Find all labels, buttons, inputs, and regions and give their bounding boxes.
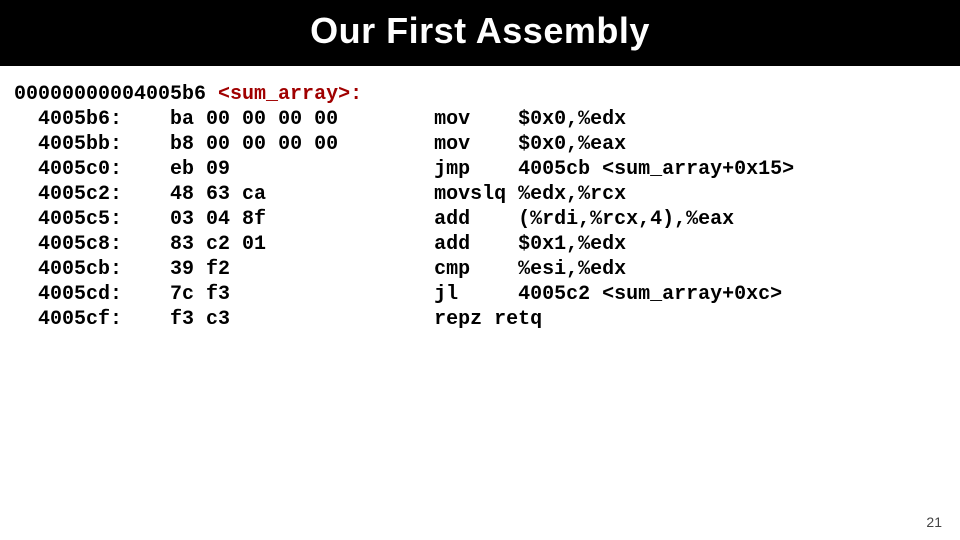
row-bytes: 48 63 ca xyxy=(170,183,266,206)
row-bytes: 7c f3 xyxy=(170,283,230,306)
row-addr: 4005c8: xyxy=(38,233,122,256)
row-addr: 4005b6: xyxy=(38,108,122,131)
title-bar: Our First Assembly xyxy=(0,0,960,66)
row-bytes: b8 00 00 00 00 xyxy=(170,133,338,156)
row-bytes: 03 04 8f xyxy=(170,208,266,231)
row-mnemonic: movslq xyxy=(434,183,506,206)
row-operands: 4005c2 <sum_array+0xc> xyxy=(518,283,782,306)
row-mnemonic: jmp xyxy=(434,158,470,181)
row-operands: %edx,%rcx xyxy=(518,183,626,206)
row-mnemonic: jl xyxy=(434,283,458,306)
row-operands: %esi,%edx xyxy=(518,258,626,281)
row-addr: 4005cd: xyxy=(38,283,122,306)
row-mnemonic: add xyxy=(434,233,470,256)
row-operands: 4005cb <sum_array+0x15> xyxy=(518,158,794,181)
row-mnemonic: mov xyxy=(434,133,470,156)
row-mnemonic: repz retq xyxy=(434,308,542,331)
row-addr: 4005cb: xyxy=(38,258,122,281)
row-addr: 4005cf: xyxy=(38,308,122,331)
row-addr: 4005c5: xyxy=(38,208,122,231)
row-mnemonic: cmp xyxy=(434,258,470,281)
row-addr: 4005bb: xyxy=(38,133,122,156)
row-bytes: 39 f2 xyxy=(170,258,230,281)
page-number: 21 xyxy=(926,514,942,530)
row-bytes: ba 00 00 00 00 xyxy=(170,108,338,131)
row-bytes: f3 c3 xyxy=(170,308,230,331)
row-addr: 4005c2: xyxy=(38,183,122,206)
page-title: Our First Assembly xyxy=(0,10,960,52)
assembly-listing: 00000000004005b6 <sum_array>: 4005b6: ba… xyxy=(0,66,960,332)
row-bytes: eb 09 xyxy=(170,158,230,181)
row-operands: $0x1,%edx xyxy=(518,233,626,256)
header-addr: 00000000004005b6 xyxy=(14,83,206,106)
row-mnemonic: add xyxy=(434,208,470,231)
row-addr: 4005c0: xyxy=(38,158,122,181)
row-operands: $0x0,%eax xyxy=(518,133,626,156)
row-bytes: 83 c2 01 xyxy=(170,233,266,256)
row-operands: (%rdi,%rcx,4),%eax xyxy=(518,208,734,231)
row-operands: $0x0,%edx xyxy=(518,108,626,131)
row-mnemonic: mov xyxy=(434,108,470,131)
header-symbol: <sum_array>: xyxy=(218,83,362,106)
